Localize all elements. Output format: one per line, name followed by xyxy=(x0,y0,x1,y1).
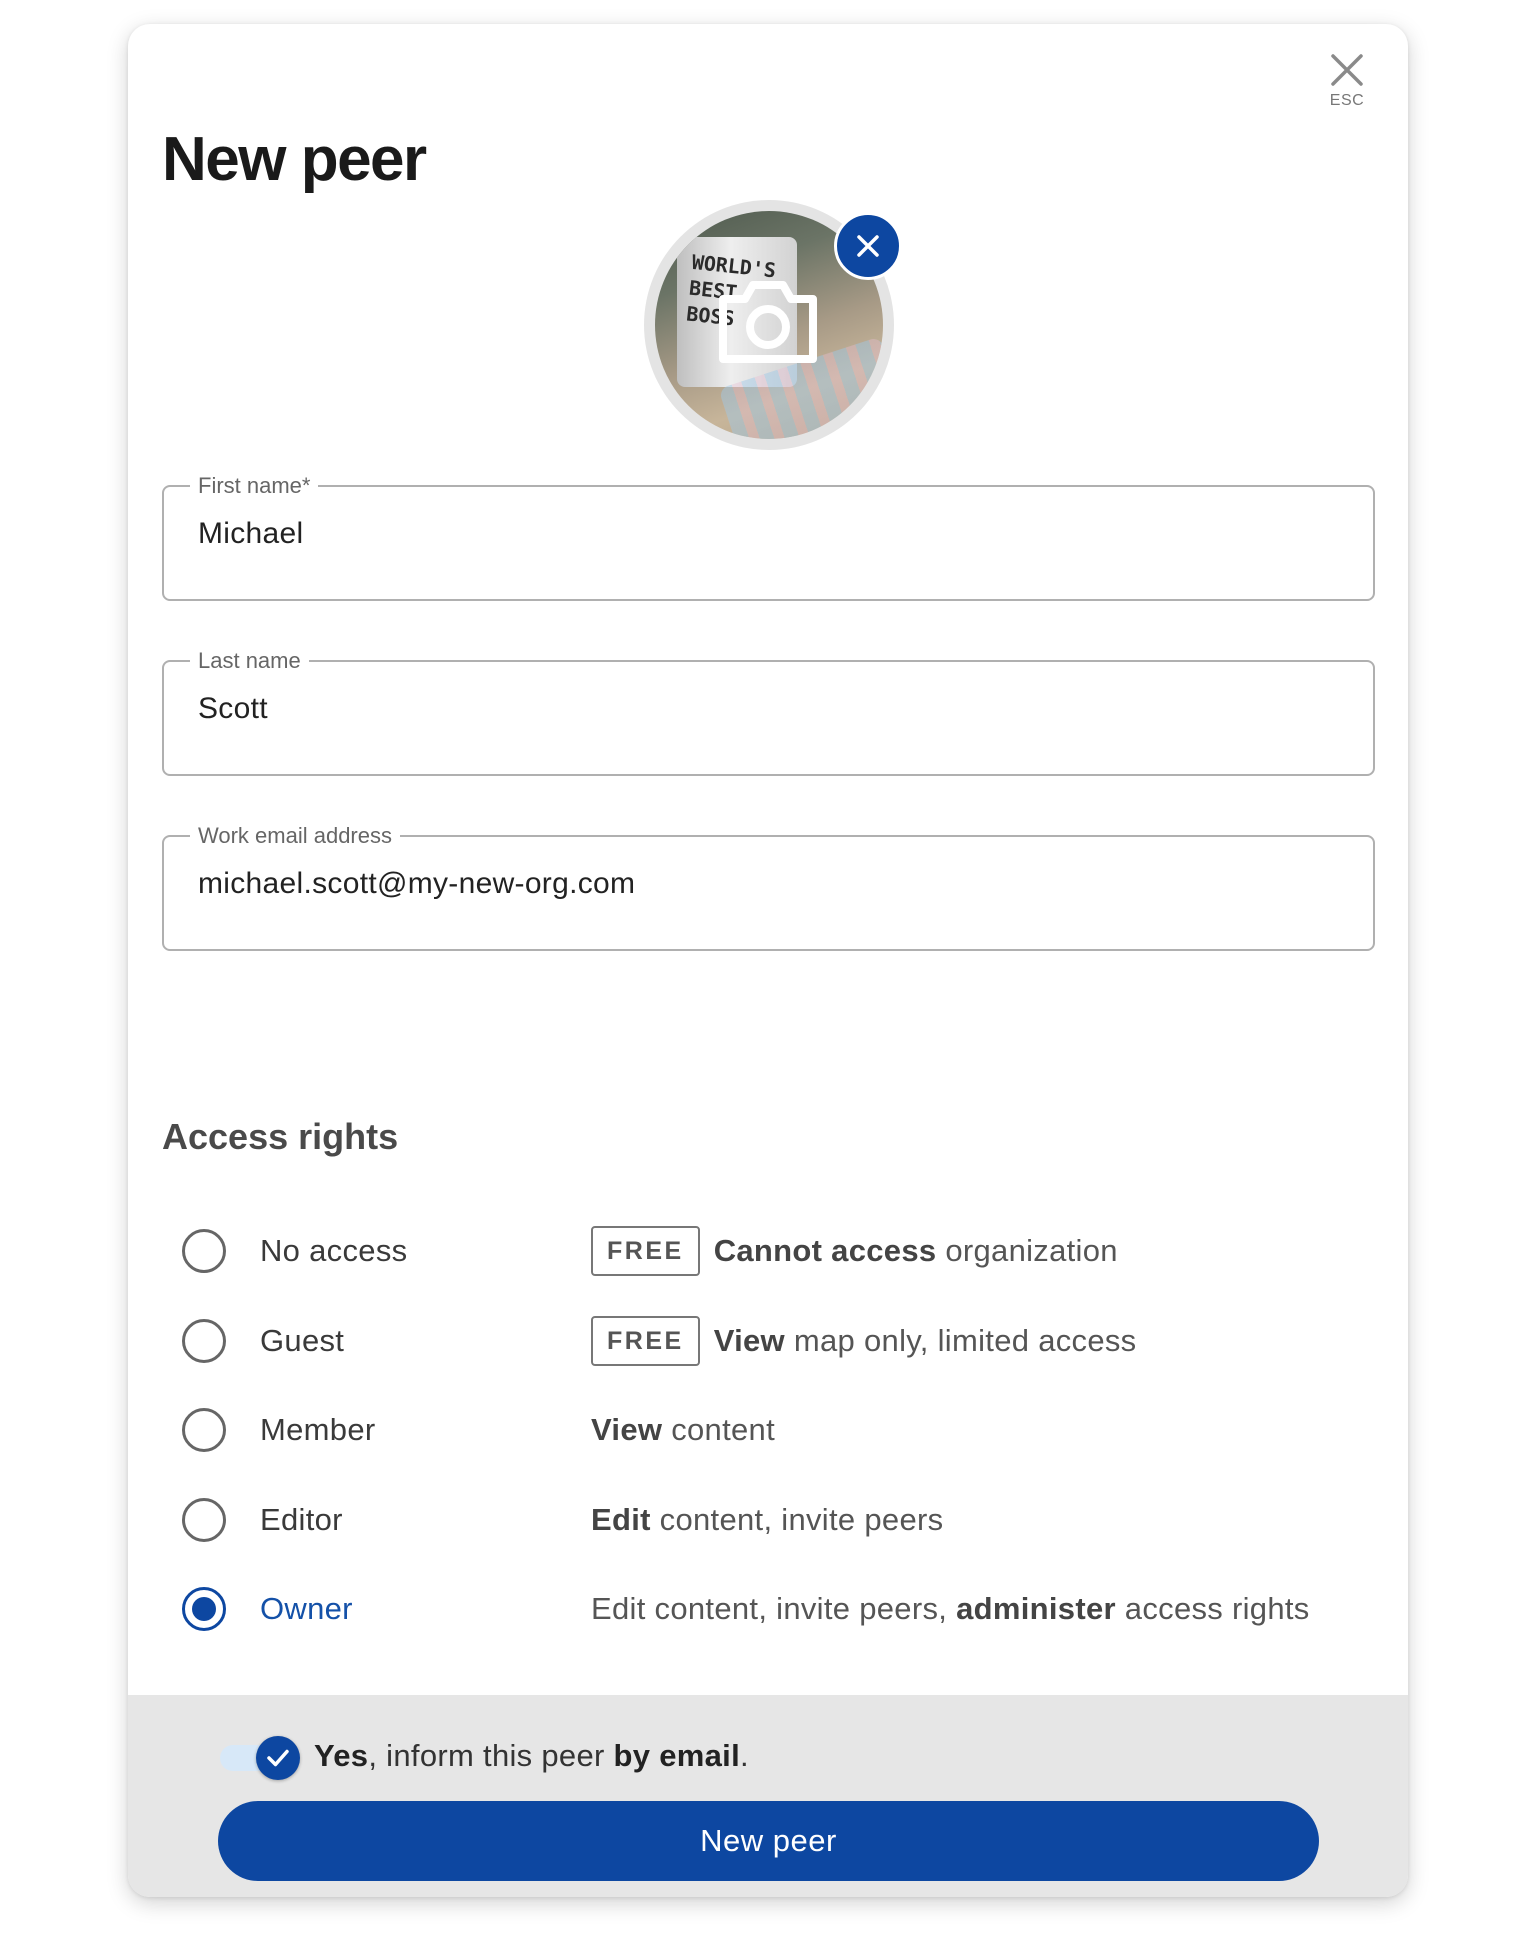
radio-owner[interactable] xyxy=(182,1587,226,1631)
close-button[interactable]: ESC xyxy=(1316,50,1378,114)
notify-by-email[interactable]: Yes, inform this peer by email. xyxy=(220,1733,749,1780)
option-description: FREE View map only, limited access xyxy=(591,1316,1136,1366)
checkmark-icon xyxy=(267,1749,289,1767)
new-peer-dialog: ESC New peer WORLD'S BEST BOSS First nam… xyxy=(128,24,1408,1897)
access-option-no-access[interactable]: No access FREE Cannot access organizatio… xyxy=(182,1221,1362,1281)
last-name-input[interactable] xyxy=(198,692,1339,726)
new-peer-submit-button[interactable]: New peer xyxy=(218,1801,1319,1881)
radio-no-access[interactable] xyxy=(182,1229,226,1273)
access-rights-title: Access rights xyxy=(162,1116,399,1157)
avatar-section: WORLD'S BEST BOSS xyxy=(644,200,902,450)
option-label: No access xyxy=(260,1233,408,1268)
email-label: Work email address xyxy=(198,823,392,848)
camera-icon xyxy=(719,281,817,363)
remove-photo-button[interactable] xyxy=(834,212,902,280)
radio-editor[interactable] xyxy=(182,1498,226,1542)
option-description: Edit content, invite peers, administer a… xyxy=(591,1591,1310,1626)
first-name-field: First name* xyxy=(162,475,1375,601)
option-description: FREE Cannot access organization xyxy=(591,1226,1118,1276)
last-name-label: Last name xyxy=(198,648,301,673)
first-name-input[interactable] xyxy=(198,517,1339,551)
access-option-owner[interactable]: Owner Edit content, invite peers, admini… xyxy=(182,1579,1362,1639)
option-label: Owner xyxy=(260,1591,353,1626)
notify-text: Yes, inform this peer by email. xyxy=(314,1738,749,1773)
esc-label: ESC xyxy=(1329,92,1365,109)
email-field: Work email address xyxy=(162,825,1375,951)
access-option-member[interactable]: Member View content xyxy=(182,1400,1362,1460)
dialog-footer: Yes, inform this peer by email. New peer xyxy=(128,1695,1408,1897)
free-badge: FREE xyxy=(591,1226,700,1276)
option-label: Editor xyxy=(260,1502,343,1537)
last-name-field: Last name xyxy=(162,650,1375,776)
option-description: View content xyxy=(591,1412,775,1447)
radio-member[interactable] xyxy=(182,1408,226,1452)
access-option-editor[interactable]: Editor Edit content, invite peers xyxy=(182,1490,1362,1550)
option-description: Edit content, invite peers xyxy=(591,1502,944,1537)
access-option-guest[interactable]: Guest FREE View map only, limited access xyxy=(182,1311,1362,1371)
close-icon xyxy=(1331,54,1363,86)
option-label: Guest xyxy=(260,1323,345,1358)
close-icon xyxy=(857,235,879,257)
free-badge: FREE xyxy=(591,1316,700,1366)
email-input[interactable] xyxy=(198,867,1339,901)
first-name-label: First name* xyxy=(198,473,311,498)
notify-toggle[interactable] xyxy=(220,1733,310,1780)
radio-guest[interactable] xyxy=(182,1319,226,1363)
option-label: Member xyxy=(260,1412,376,1447)
dialog-title: New peer xyxy=(162,125,427,194)
